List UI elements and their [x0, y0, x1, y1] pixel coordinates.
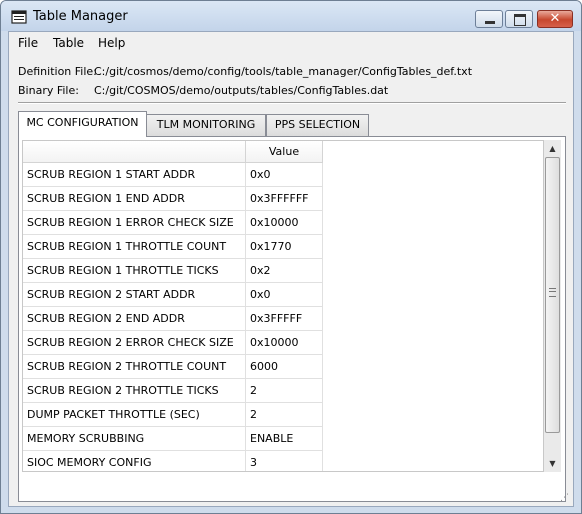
close-icon: ✕: [549, 11, 561, 26]
row-name-cell: SIOC MEMORY CONFIG: [23, 451, 246, 471]
row-value-cell[interactable]: 6000: [246, 355, 323, 379]
menu-bar: File Table Help: [9, 32, 573, 54]
scroll-down-arrow-icon[interactable]: ▼: [544, 455, 561, 472]
tab-tlm-monitoring[interactable]: TLM MONITORING: [146, 114, 266, 136]
definition-file-label: Definition File:: [18, 65, 97, 78]
row-name-cell: MEMORY SCRUBBING: [23, 427, 246, 451]
row-value-cell[interactable]: 0x3FFFFFF: [246, 187, 323, 211]
row-name-cell: SCRUB REGION 2 END ADDR: [23, 307, 246, 331]
table-row[interactable]: SCRUB REGION 2 ERROR CHECK SIZE 0x10000: [23, 331, 323, 355]
row-name-cell: SCRUB REGION 2 ERROR CHECK SIZE: [23, 331, 246, 355]
row-value-cell[interactable]: 0x3FFFFF: [246, 307, 323, 331]
tab-pps-selection[interactable]: PPS SELECTION: [266, 114, 369, 136]
binary-file-label: Binary File:: [18, 84, 79, 97]
row-name-cell: DUMP PACKET THROTTLE (SEC): [23, 403, 246, 427]
table-row[interactable]: SCRUB REGION 1 THROTTLE TICKS 0x2: [23, 259, 323, 283]
separator: [18, 102, 566, 104]
row-name-cell: SCRUB REGION 1 THROTTLE TICKS: [23, 259, 246, 283]
row-value-cell[interactable]: 0x0: [246, 163, 323, 187]
row-value-cell[interactable]: 0x10000: [246, 331, 323, 355]
row-name-cell: SCRUB REGION 1 START ADDR: [23, 163, 246, 187]
header-value: Value: [246, 141, 323, 163]
scroll-up-arrow-icon[interactable]: ▲: [544, 140, 561, 157]
tab-mc-configuration[interactable]: MC CONFIGURATION: [18, 111, 147, 137]
vertical-scrollbar[interactable]: ▲ ▼: [544, 140, 561, 472]
row-value-cell[interactable]: 0x0: [246, 283, 323, 307]
table-row[interactable]: SIOC MEMORY CONFIG 3: [23, 451, 323, 471]
table-header: Value: [23, 141, 543, 163]
table-row[interactable]: SCRUB REGION 2 START ADDR 0x0: [23, 283, 323, 307]
config-table: Value SCRUB REGION 1 START ADDR 0x0 SCRUB …: [22, 140, 544, 472]
minimize-button[interactable]: [475, 10, 503, 28]
minimize-icon: [485, 21, 495, 24]
table-row[interactable]: SCRUB REGION 2 END ADDR 0x3FFFFF: [23, 307, 323, 331]
app-window-icon: [11, 10, 27, 24]
row-value-cell[interactable]: 2: [246, 379, 323, 403]
maximize-icon: [514, 14, 526, 26]
row-value-cell[interactable]: 0x1770: [246, 235, 323, 259]
row-value-cell[interactable]: 0x2: [246, 259, 323, 283]
table-row[interactable]: SCRUB REGION 1 START ADDR 0x0: [23, 163, 323, 187]
definition-file-path: C:/git/cosmos/demo/config/tools/table_ma…: [94, 65, 473, 78]
table-row[interactable]: SCRUB REGION 1 ERROR CHECK SIZE 0x10000: [23, 211, 323, 235]
row-name-cell: SCRUB REGION 2 THROTTLE COUNT: [23, 355, 246, 379]
maximize-button[interactable]: [505, 10, 533, 28]
row-name-cell: SCRUB REGION 2 THROTTLE TICKS: [23, 379, 246, 403]
table-row[interactable]: SCRUB REGION 2 THROTTLE TICKS 2: [23, 379, 323, 403]
scrollbar-thumb[interactable]: [545, 157, 560, 433]
table-row[interactable]: SCRUB REGION 1 END ADDR 0x3FFFFFF: [23, 187, 323, 211]
table-row[interactable]: SCRUB REGION 1 THROTTLE COUNT 0x1770: [23, 235, 323, 259]
row-name-cell: SCRUB REGION 2 START ADDR: [23, 283, 246, 307]
table-row[interactable]: SCRUB REGION 2 THROTTLE COUNT 6000: [23, 355, 323, 379]
table-manager-window: Table Manager ✕ File Table Help Definiti…: [0, 0, 582, 514]
close-button[interactable]: ✕: [537, 10, 573, 28]
row-name-cell: SCRUB REGION 1 ERROR CHECK SIZE: [23, 211, 246, 235]
header-name: [23, 141, 246, 163]
row-value-cell[interactable]: 2: [246, 403, 323, 427]
row-name-cell: SCRUB REGION 1 END ADDR: [23, 187, 246, 211]
table-row[interactable]: MEMORY SCRUBBING ENABLE: [23, 427, 323, 451]
tab-panel: Value SCRUB REGION 1 START ADDR 0x0 SCRUB …: [18, 136, 566, 502]
title-bar[interactable]: Table Manager ✕: [1, 1, 581, 31]
menu-help[interactable]: Help: [98, 36, 125, 50]
row-value-cell[interactable]: ENABLE: [246, 427, 323, 451]
client-area: File Table Help Definition File: C:/git/…: [8, 31, 574, 507]
binary-file-path: C:/git/COSMOS/demo/outputs/tables/Config…: [94, 84, 389, 97]
row-value-cell[interactable]: 3: [246, 451, 323, 471]
window-title: Table Manager: [33, 9, 128, 24]
resize-grip-icon[interactable]: ⋰: [560, 493, 569, 503]
table-row[interactable]: DUMP PACKET THROTTLE (SEC) 2: [23, 403, 323, 427]
row-name-cell: SCRUB REGION 1 THROTTLE COUNT: [23, 235, 246, 259]
menu-table[interactable]: Table: [53, 36, 84, 50]
row-value-cell[interactable]: 0x10000: [246, 211, 323, 235]
grip-icon: [549, 288, 556, 297]
menu-file[interactable]: File: [18, 36, 38, 50]
